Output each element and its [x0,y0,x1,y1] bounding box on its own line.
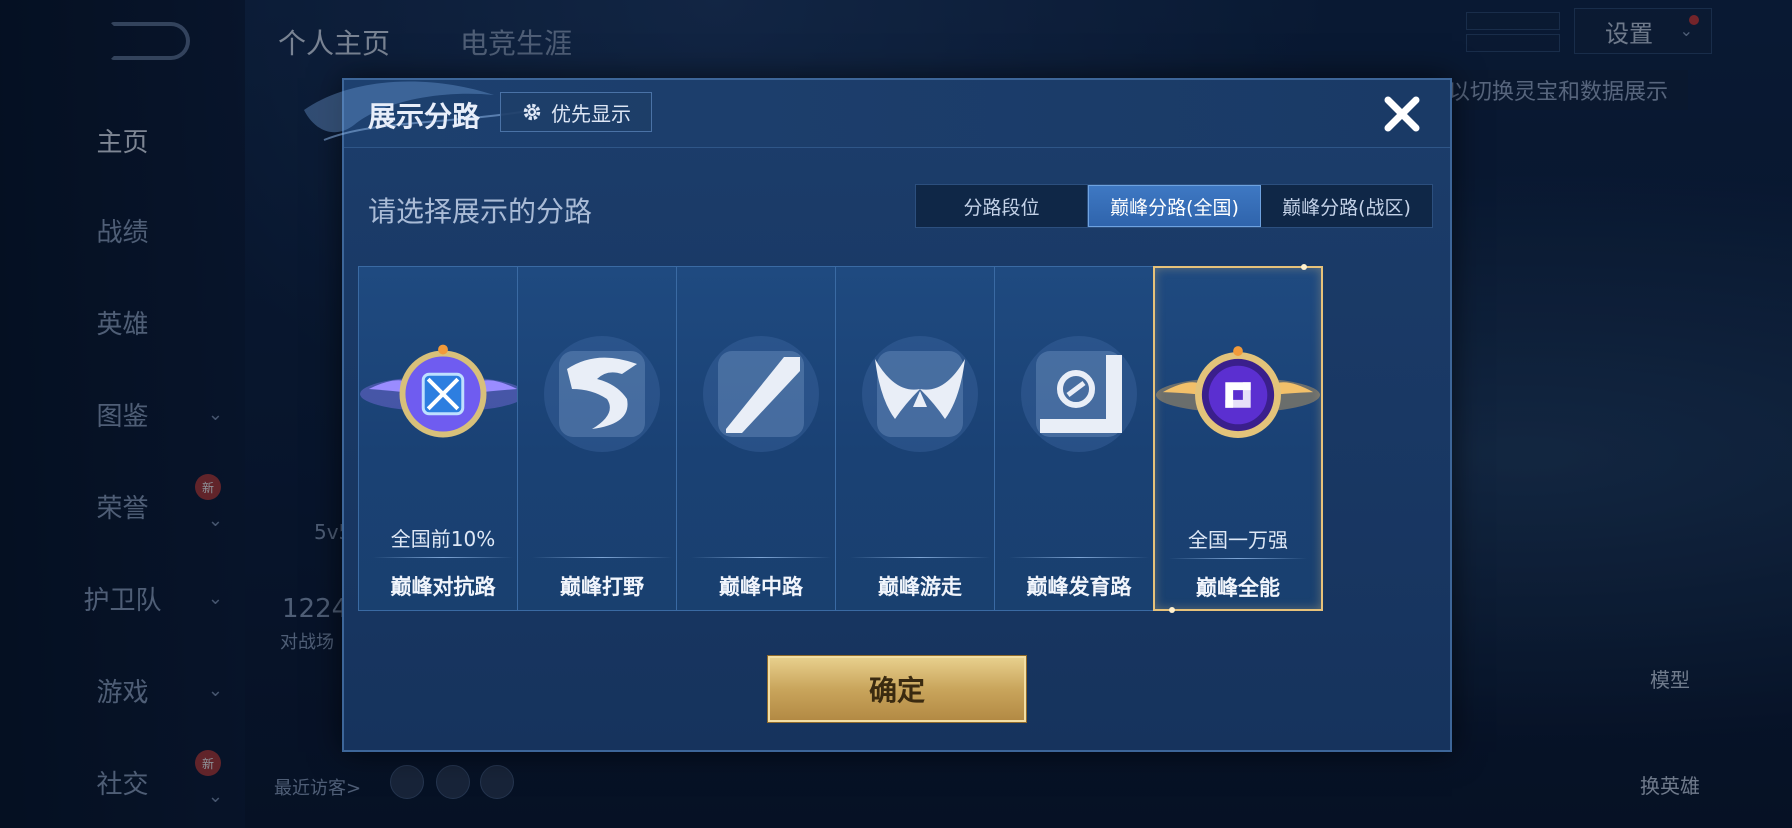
lane-card-top[interactable]: 全国前10% 巅峰对抗路 [358,266,528,611]
lane-name: 巅峰发育路 [1026,575,1132,599]
tab-lane-rank[interactable]: 分路段位 [916,185,1088,227]
rank-label: 全国一万强 [1188,528,1288,552]
divider [691,557,831,558]
priority-display-button[interactable]: 优先显示 [500,92,652,132]
tab-peak-lane-national[interactable]: 巅峰分路(全国) [1088,185,1261,227]
lane-card-roam[interactable]: 巅峰游走 [835,266,1005,611]
bot-lane-emblem-icon [1021,336,1137,452]
dragon-jungle-emblem-icon [544,336,660,452]
close-button[interactable] [1380,92,1424,136]
purple-crossed-swords-medal-icon [359,344,527,438]
lane-name: 巅峰游走 [878,575,962,599]
lane-card-jungle[interactable]: 巅峰打野 [517,266,687,611]
gear-icon [523,103,541,121]
lane-name: 巅峰中路 [719,575,803,599]
dialog-title: 展示分路 [368,100,481,133]
lane-card-all-round[interactable]: 全国一万强 巅峰全能 [1153,264,1323,613]
lane-type-tabs: 分路段位 巅峰分路(全国) 巅峰分路(战区) [915,184,1433,228]
priority-display-label: 优先显示 [551,101,631,126]
lane-name: 巅峰对抗路 [390,575,496,599]
tab-peak-lane-region[interactable]: 巅峰分路(战区) [1261,185,1432,227]
dialog-header: 展示分路 优先显示 [304,80,1450,148]
divider [850,557,990,558]
gold-all-round-medal-icon [1155,346,1321,438]
mid-lane-slash-emblem-icon [703,336,819,452]
lane-display-dialog: 展示分路 优先显示 请选择展示的分路 分路段位 巅峰分路(全国) 巅峰分路(战区… [304,78,1452,752]
dialog-subtitle: 请选择展示的分路 [368,195,593,228]
lane-name: 巅峰全能 [1196,576,1280,600]
lane-card-list: 全国前10% 巅峰对抗路 巅峰打野 巅峰中路 巅峰游走 巅峰发育路 全国一万强 … [358,264,1440,613]
divider [373,557,513,558]
lane-card-mid[interactable]: 巅峰中路 [676,266,846,611]
rank-label: 全国前10% [390,527,496,551]
confirm-label: 确定 [868,674,925,707]
selection-corner-dot [1301,264,1307,270]
confirm-button[interactable]: 确定 [768,656,1026,722]
selection-corner-dot [1169,607,1175,613]
wings-roam-emblem-icon [862,336,978,452]
divider [1169,558,1307,559]
lane-name: 巅峰打野 [560,575,644,599]
divider [532,557,672,558]
lane-card-bot[interactable]: 巅峰发育路 [994,266,1164,611]
divider [1009,557,1149,558]
close-icon [1384,96,1420,132]
